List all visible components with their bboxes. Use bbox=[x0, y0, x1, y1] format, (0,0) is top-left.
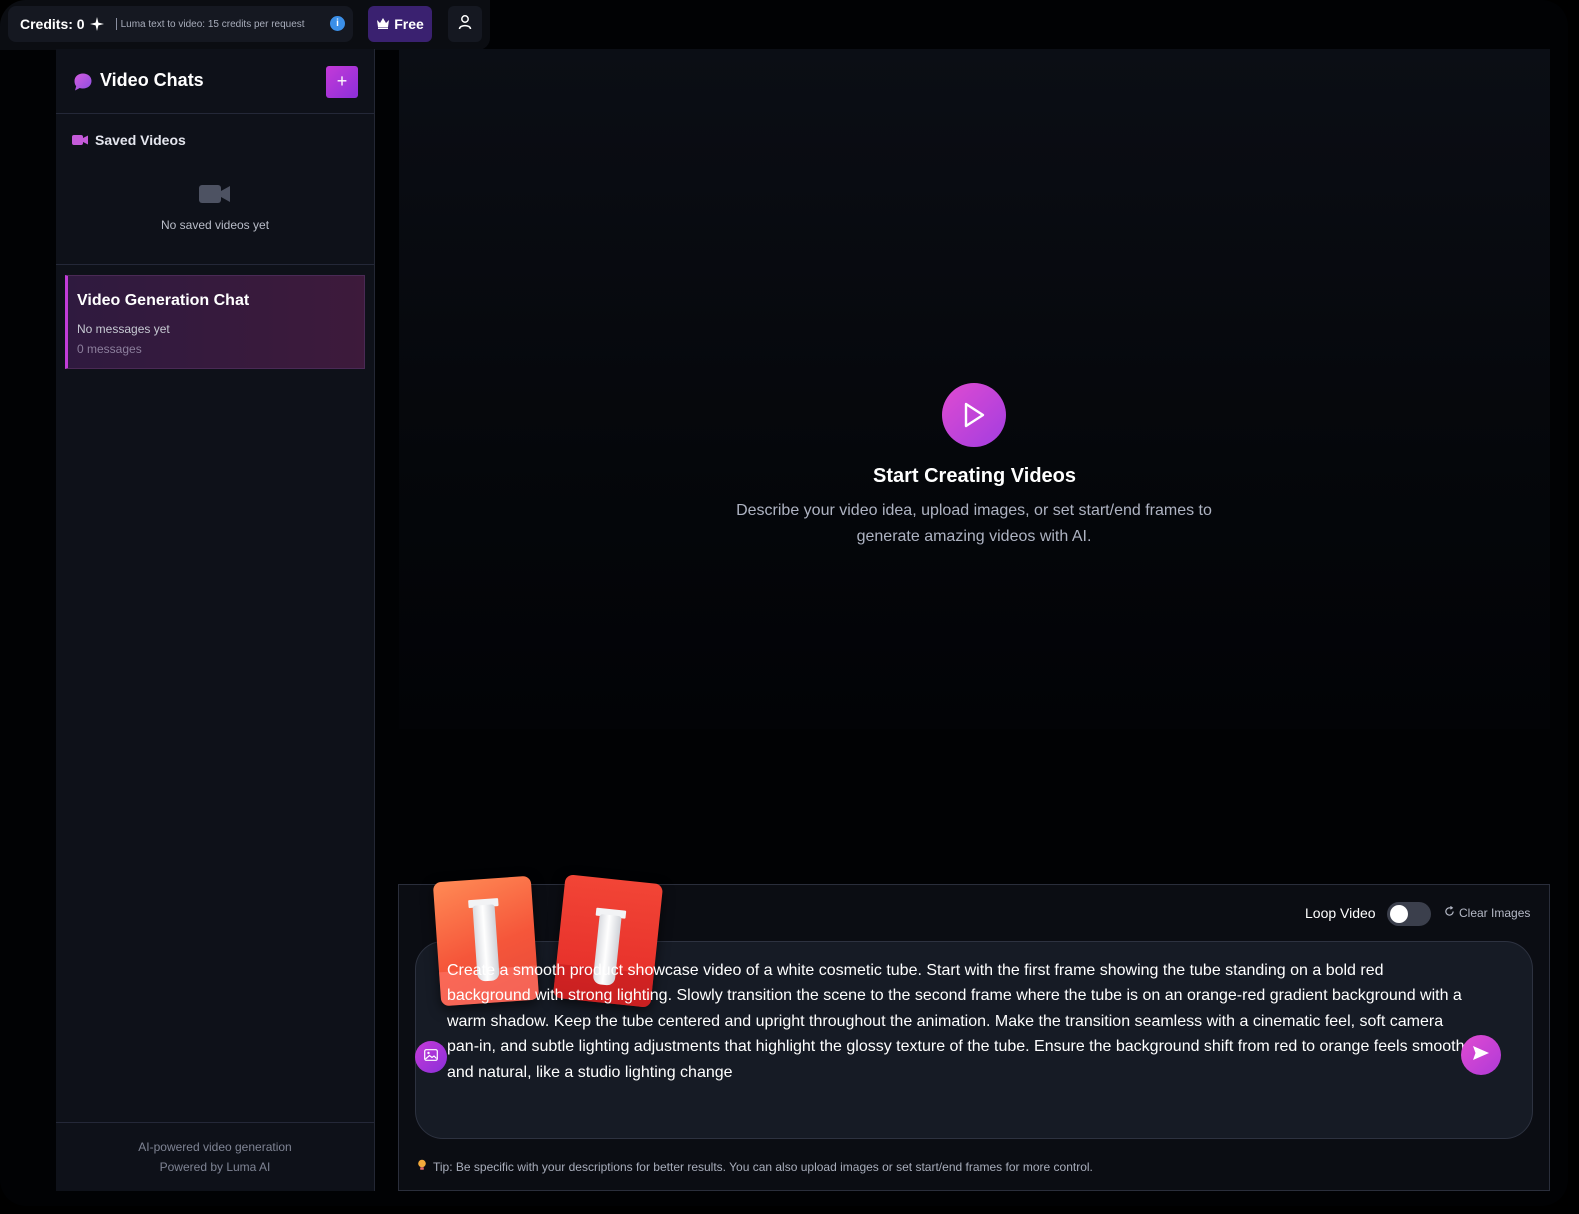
send-icon bbox=[1472, 1045, 1490, 1066]
saved-videos-section: Saved Videos No saved videos yet bbox=[56, 115, 374, 265]
loop-video-toggle[interactable] bbox=[1387, 902, 1431, 926]
credits-label: Credits: 0 bbox=[20, 16, 85, 32]
composer: Loop Video Clear Images Create a smooth … bbox=[398, 874, 1550, 1191]
footer-tagline: AI-powered video generation bbox=[138, 1140, 292, 1154]
saved-videos-label: Saved Videos bbox=[95, 132, 186, 148]
chat-item-count: 0 messages bbox=[77, 342, 142, 356]
video-camera-icon bbox=[199, 184, 231, 204]
play-icon bbox=[942, 383, 1006, 447]
main-empty-state: Start Creating Videos Describe your vide… bbox=[399, 49, 1550, 729]
clear-images-label: Clear Images bbox=[1459, 906, 1531, 920]
divider bbox=[115, 18, 117, 30]
sidebar-header: Video Chats + bbox=[56, 49, 374, 114]
image-icon bbox=[424, 1048, 438, 1066]
app-window: Credits: 0 Luma text to video: 15 credit… bbox=[0, 0, 1568, 1206]
sidebar: Video Chats + Saved Videos No saved vide… bbox=[56, 49, 375, 1191]
tip-label: Tip: Be specific with your descriptions … bbox=[433, 1159, 1093, 1174]
credits-pill: Credits: 0 Luma text to video: 15 credit… bbox=[8, 6, 353, 42]
image-upload-button[interactable] bbox=[415, 1041, 447, 1073]
crown-icon bbox=[376, 16, 390, 32]
sidebar-title: Video Chats bbox=[100, 70, 204, 90]
new-chat-button[interactable]: + bbox=[326, 66, 358, 98]
empty-state-title: Start Creating Videos bbox=[872, 465, 1077, 487]
clear-images-button[interactable]: Clear Images bbox=[1444, 905, 1531, 920]
chat-item-preview: No messages yet bbox=[77, 322, 170, 336]
info-icon[interactable]: i bbox=[330, 16, 345, 31]
chat-list-item[interactable]: Video Generation Chat No messages yet 0 … bbox=[65, 275, 365, 369]
plan-button[interactable]: Free bbox=[368, 6, 432, 42]
user-menu-button[interactable] bbox=[448, 6, 482, 42]
chat-bubble-icon bbox=[73, 72, 93, 92]
tip-text: Tip: Be specific with your descriptions … bbox=[417, 1159, 1093, 1174]
video-camera-icon bbox=[72, 132, 88, 148]
credits-note: Luma text to video: 15 credits per reque… bbox=[120, 18, 305, 30]
toggle-knob bbox=[1390, 905, 1408, 923]
saved-videos-empty: No saved videos yet bbox=[160, 218, 270, 232]
plan-label: Free bbox=[394, 16, 424, 32]
top-bar: Credits: 0 Luma text to video: 15 credit… bbox=[0, 0, 490, 50]
lightbulb-icon bbox=[417, 1159, 427, 1174]
chat-item-title: Video Generation Chat bbox=[77, 292, 250, 309]
empty-state-description: Describe your video idea, upload images,… bbox=[736, 502, 1212, 545]
sparkle-icon bbox=[89, 17, 104, 31]
user-icon bbox=[457, 14, 473, 35]
saved-videos-heading: Saved Videos bbox=[72, 132, 186, 148]
send-button[interactable] bbox=[1461, 1035, 1501, 1075]
refresh-icon bbox=[1444, 905, 1455, 920]
footer-powered-by: Powered by Luma AI bbox=[159, 1160, 271, 1174]
sidebar-footer: AI-powered video generation Powered by L… bbox=[56, 1122, 374, 1191]
loop-video-label: Loop Video bbox=[1305, 905, 1376, 921]
prompt-textarea[interactable]: Create a smooth product showcase video o… bbox=[447, 958, 1467, 1085]
